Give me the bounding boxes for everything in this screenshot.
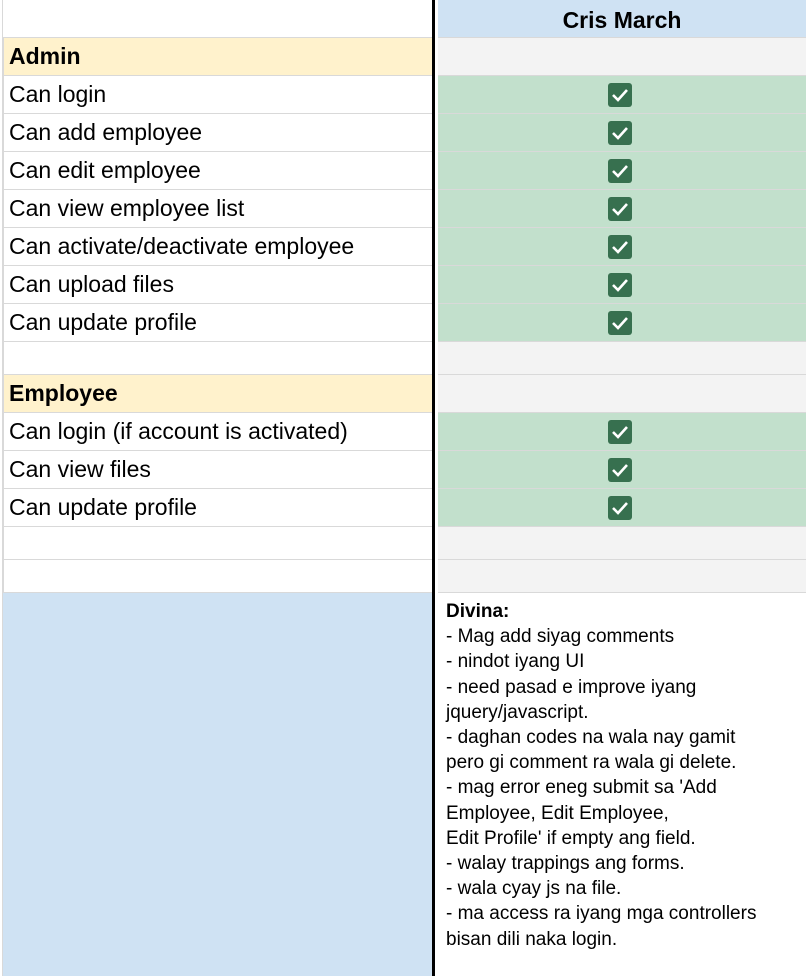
spreadsheet: Cris March Admin Can login Can add emplo… <box>0 0 806 976</box>
notes-line: - wala cyay js na file. <box>446 878 622 900</box>
notes-line: jquery/javascript. <box>446 701 589 723</box>
checkbox-checked-icon[interactable] <box>608 235 632 259</box>
permission-check-cell[interactable] <box>438 76 806 114</box>
empty-cell[interactable] <box>3 560 432 593</box>
section-empty-cell[interactable] <box>438 375 806 413</box>
permission-check-cell[interactable] <box>438 266 806 304</box>
notes-line: Employee, Edit Employee, <box>446 802 669 824</box>
review-notes-cell[interactable]: Divina: - Mag add siyag comments - nindo… <box>438 593 806 976</box>
empty-cell[interactable] <box>438 342 806 375</box>
notes-line: - need pasad e improve iyang <box>446 676 697 698</box>
permission-check-cell[interactable] <box>438 451 806 489</box>
permission-label[interactable]: Can activate/deactivate employee <box>3 228 432 266</box>
column-header-cris-march[interactable]: Cris March <box>438 0 806 38</box>
checkbox-checked-icon[interactable] <box>608 458 632 482</box>
notes-author: Divina: <box>446 601 510 622</box>
section-title-employee[interactable]: Employee <box>3 375 432 413</box>
permission-check-cell[interactable] <box>438 304 806 342</box>
permission-label[interactable]: Can view files <box>3 451 432 489</box>
notes-line: - daghan codes na wala nay gamit <box>446 727 736 749</box>
notes-line: bisan dili naka login. <box>446 928 618 950</box>
checkbox-checked-icon[interactable] <box>608 420 632 444</box>
section-title-admin[interactable]: Admin <box>3 38 432 76</box>
empty-cell[interactable] <box>3 527 432 560</box>
permission-check-cell[interactable] <box>438 413 806 451</box>
notes-line: - ma access ra iyang mga controllers <box>446 903 757 925</box>
empty-cell[interactable] <box>3 342 432 375</box>
notes-line: Edit Profile' if empty ang field. <box>446 827 696 849</box>
checkbox-checked-icon[interactable] <box>608 83 632 107</box>
header-empty-cell[interactable] <box>3 0 432 38</box>
comment-label-cell[interactable] <box>3 593 432 976</box>
permission-label[interactable]: Can add employee <box>3 114 432 152</box>
notes-line: - Mag add siyag comments <box>446 626 675 648</box>
permission-label[interactable]: Can edit employee <box>3 152 432 190</box>
section-empty-cell[interactable] <box>438 38 806 76</box>
notes-line: - mag error eneg submit sa 'Add <box>446 777 717 799</box>
notes-line: - walay trappings ang forms. <box>446 853 685 875</box>
notes-line: pero gi comment ra wala gi delete. <box>446 752 737 774</box>
permission-label[interactable]: Can upload files <box>3 266 432 304</box>
permission-check-cell[interactable] <box>438 489 806 527</box>
permission-check-cell[interactable] <box>438 190 806 228</box>
permission-label[interactable]: Can update profile <box>3 304 432 342</box>
permission-check-cell[interactable] <box>438 228 806 266</box>
checkbox-checked-icon[interactable] <box>608 273 632 297</box>
permission-check-cell[interactable] <box>438 114 806 152</box>
empty-cell[interactable] <box>438 527 806 560</box>
permission-label[interactable]: Can login <box>3 76 432 114</box>
checkbox-checked-icon[interactable] <box>608 121 632 145</box>
notes-line: - nindot iyang UI <box>446 651 585 673</box>
permission-label[interactable]: Can update profile <box>3 489 432 527</box>
column-divider <box>432 0 435 976</box>
permission-label[interactable]: Can login (if account is activated) <box>3 413 432 451</box>
checkbox-checked-icon[interactable] <box>608 496 632 520</box>
permission-check-cell[interactable] <box>438 152 806 190</box>
checkbox-checked-icon[interactable] <box>608 197 632 221</box>
permission-label[interactable]: Can view employee list <box>3 190 432 228</box>
checkbox-checked-icon[interactable] <box>608 159 632 183</box>
empty-cell[interactable] <box>438 560 806 593</box>
checkbox-checked-icon[interactable] <box>608 311 632 335</box>
